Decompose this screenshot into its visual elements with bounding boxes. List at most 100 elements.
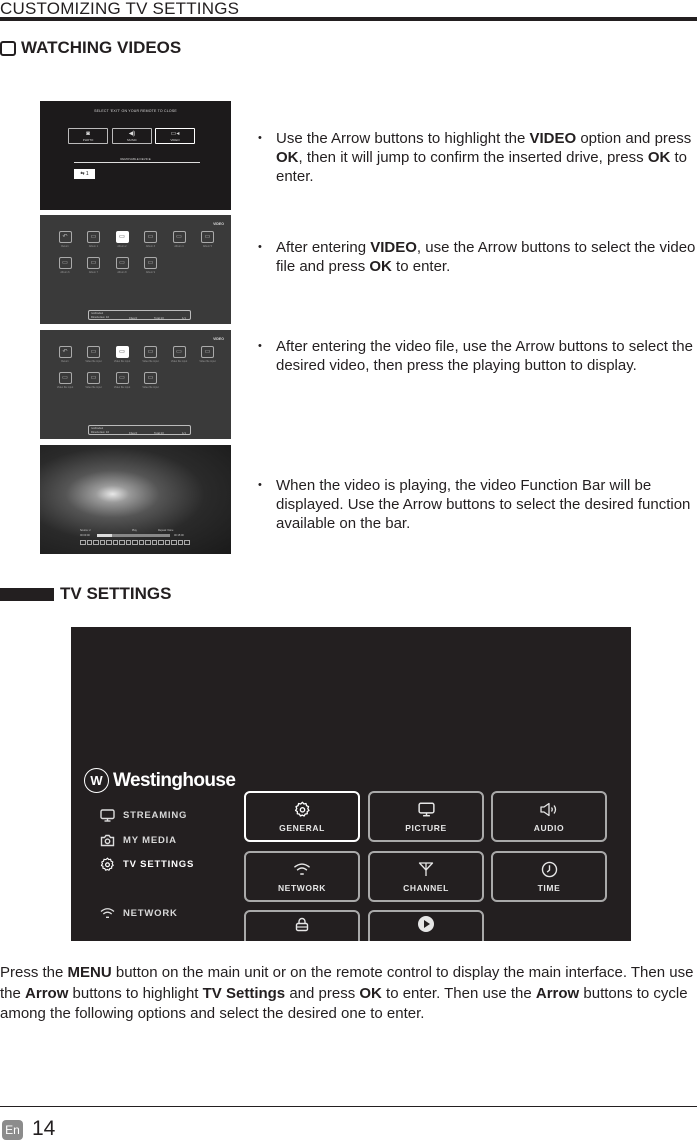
video-folder-icon: ▭ — [201, 231, 214, 243]
video-folder-icon: ▭ — [87, 231, 100, 243]
source-label: MUSIC — [127, 137, 137, 142]
video-folder-icon: ▭ — [201, 346, 214, 358]
text-run: to enter. Then use the — [381, 984, 536, 1002]
gear-icon — [292, 800, 312, 818]
media-item: ▭ Album 7 — [84, 257, 104, 274]
playback-start-time: 00:00:00 — [80, 534, 90, 537]
media-item: ▭ Album 4 — [169, 231, 189, 248]
function-bar-button — [106, 540, 112, 545]
media-item-label: Video file input — [142, 386, 159, 389]
media-item: ▭ Album 9 — [141, 257, 161, 274]
playback-repeat-label: Repeat: None — [158, 529, 174, 532]
bold-text: OK — [276, 149, 299, 166]
tile-audio: AUDIO — [491, 791, 607, 842]
video-folder-icon: ▭ — [115, 372, 129, 384]
bold-text: MENU — [67, 964, 112, 981]
playback-progress-bar — [97, 534, 170, 537]
video-folder-icon: ▭ — [87, 346, 100, 358]
media-item-label: Video file input — [113, 386, 131, 389]
info-files: Files:0 — [129, 315, 138, 320]
nav-item-streaming: STREAMING — [99, 808, 187, 822]
function-bar-button — [132, 540, 138, 545]
media-item: ▭ Video file input — [141, 346, 161, 363]
media-item-label: Video file input — [142, 360, 159, 363]
text-run: When the video is playing, the video Fun… — [276, 477, 691, 532]
speaker-icon: ◀) — [128, 130, 136, 137]
tile-time: TIME — [491, 851, 607, 902]
function-bar-button — [138, 540, 144, 545]
tile-network: NETWORK — [244, 851, 360, 902]
playback-state-label: Play — [132, 529, 137, 532]
bullet-dot: • — [258, 132, 262, 144]
brand-logo: W Westinghouse — [84, 768, 236, 793]
source-label: PHOTO — [82, 137, 94, 142]
gear-icon — [99, 857, 115, 871]
tile-label: AUDIO — [533, 823, 565, 833]
section-title-text: WATCHING VIDEOS — [21, 38, 182, 57]
bullet-3: • After entering the video file, use the … — [258, 337, 697, 375]
brand-name: Westinghouse — [113, 769, 236, 791]
bullet-text: Use the Arrow buttons to highlight the V… — [276, 129, 697, 186]
media-item-label: Video file input — [85, 360, 102, 363]
video-folder-icon: ▭ — [58, 372, 72, 384]
text-run: Press the — [0, 964, 68, 981]
function-bar-button — [86, 540, 92, 545]
lock-icon — [292, 915, 312, 933]
wifi-icon — [292, 860, 312, 878]
section-title-watching-videos: WATCHING VIDEOS — [0, 38, 181, 58]
bullet-4: • When the video is playing, the video Fu… — [258, 476, 697, 533]
media-item-label: Video file input — [56, 386, 74, 389]
source-photo-button: ◙ PHOTO — [68, 128, 108, 144]
media-item: ▭ Album 6 — [55, 257, 75, 274]
file-grid: ↶ Return ▭ Video file input ▭ Video file inpu… — [55, 346, 218, 389]
media-item: ▭ Video file input — [55, 372, 75, 389]
function-bar-button — [145, 540, 151, 545]
media-item-label: Album 7 — [88, 271, 99, 274]
playback-end-time: 00:15:00 — [174, 534, 184, 537]
return-icon: ↶ — [58, 231, 72, 243]
footer-rule — [0, 1106, 697, 1107]
section-title-tv-settings: TV SETTINGS — [0, 584, 171, 604]
video-folder-icon: ▭ — [87, 257, 100, 269]
bold-text: VIDEO — [529, 130, 577, 147]
text-run: After entering — [276, 239, 371, 256]
info-total: Total:10 — [154, 430, 164, 435]
media-item: ▭ Video file input — [112, 346, 132, 363]
media-item-label: Return — [61, 245, 69, 248]
info-files: Files:0 — [129, 430, 138, 435]
media-item-label: Return — [61, 360, 69, 363]
function-bar-button — [171, 540, 177, 545]
checkbox-square-icon — [0, 40, 16, 56]
bold-text: Arrow — [25, 984, 69, 1002]
play-circle-icon — [416, 915, 436, 933]
media-item-label: Album 1 — [88, 245, 99, 248]
function-bar-button — [125, 540, 131, 545]
return-item: ↶ Return — [55, 231, 75, 248]
video-folder-icon: ▭ — [115, 231, 129, 243]
screenshot-file-browser: VIDEO ↶ Return ▭ Video file input ▭ Video fil… — [40, 330, 231, 439]
nav-label: TV SETTINGS — [123, 858, 195, 870]
clock-icon — [539, 860, 559, 878]
function-bar-button — [80, 540, 86, 545]
tv-settings-instructions: Press the MENU button on the main unit o… — [0, 963, 697, 1025]
media-item-label: Album 5 — [202, 245, 213, 248]
function-bar-button — [158, 540, 164, 545]
function-bar-button — [112, 540, 118, 545]
bold-text: OK — [359, 984, 382, 1002]
tile-picture: PICTURE — [368, 791, 484, 842]
return-icon: ↶ — [58, 346, 72, 358]
media-item: ▭ Album 5 — [198, 231, 218, 248]
text-run: After entering the video file, use the A… — [276, 338, 693, 374]
video-folder-icon: ▭ — [172, 346, 186, 358]
page-number: 14 — [32, 1117, 56, 1140]
nav-item-tv-settings: TV SETTINGS — [99, 857, 194, 871]
screenshot-album-browser: VIDEO ↶ Return ▭ Album 1 ▭ Album 2 ▭ Album 3 ▭ Al… — [40, 215, 231, 324]
tile-label: TIME — [537, 883, 561, 893]
bullet-text: After entering VIDEO, use the Arrow butt… — [276, 238, 697, 276]
section-bar-decoration — [0, 587, 54, 601]
video-folder-icon: ▭ — [58, 257, 72, 269]
screenshot-source-select: SELECT 'EXIT' ON YOUR REMOTE TO CLOSE ◙ … — [40, 101, 231, 210]
nav-label: MY MEDIA — [123, 834, 177, 846]
media-item: ▭ Video file input — [84, 372, 104, 389]
video-folder-icon: ▭ — [144, 346, 157, 358]
